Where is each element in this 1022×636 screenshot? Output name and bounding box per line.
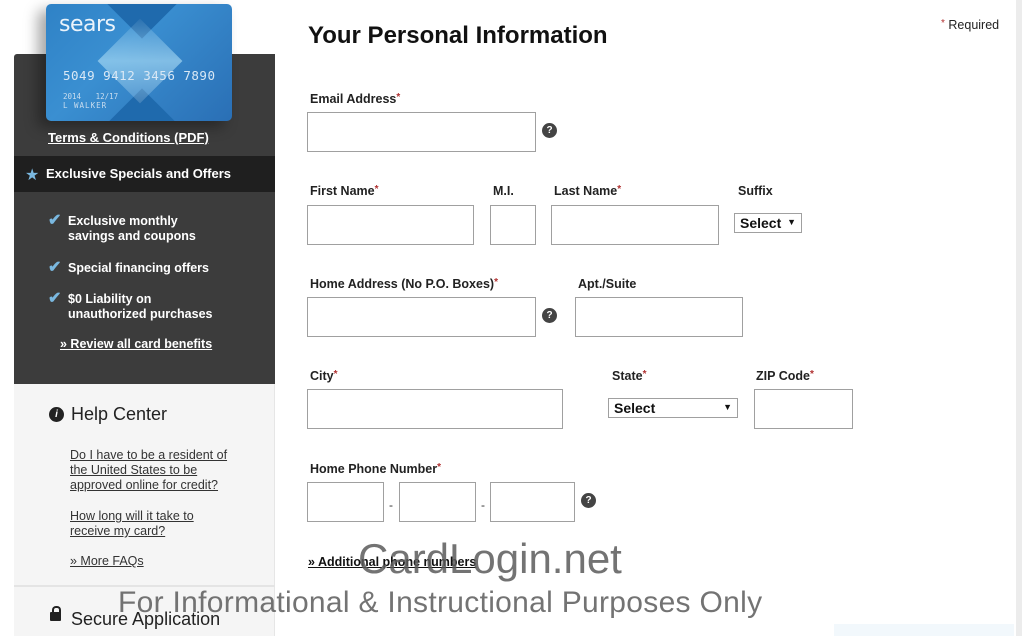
city-input[interactable] [307,389,563,429]
offers-title: Exclusive Specials and Offers [46,166,231,181]
mi-label: M.I. [493,184,514,198]
email-input[interactable] [307,112,536,152]
required-text: Required [948,18,1000,32]
home-phone-label-text: Home Phone Number [310,462,438,476]
card-valid-thru: 12/17 [95,92,119,101]
faq-link-receive-card[interactable]: How long will it take to receive my card… [70,509,210,539]
help-center-title: Help Center [71,404,168,424]
check-icon: ✔ [48,212,62,229]
card-member-since: 2014 [63,92,82,101]
email-label: Email Address* [310,92,400,106]
email-label-text: Email Address [310,92,397,106]
suffix-label: Suffix [738,184,773,198]
required-asterisk: * [617,184,622,195]
required-asterisk: * [642,369,647,380]
benefit-text: Special financing offers [68,261,210,275]
phone-separator: - [481,498,485,512]
last-name-label: Last Name* [554,184,621,198]
phone-line-input[interactable] [490,482,575,522]
home-phone-label: Home Phone Number* [310,462,441,476]
required-asterisk: * [437,462,442,473]
chevron-down-icon: ▼ [787,217,796,227]
home-address-label-text: Home Address (No P.O. Boxes) [310,277,495,291]
first-name-label: First Name* [310,184,379,198]
state-label: State* [612,369,646,383]
scrollbar[interactable] [1016,0,1022,636]
apt-suite-input[interactable] [575,297,743,337]
offers-header: ★ Exclusive Specials and Offers [14,156,275,192]
zip-label-text: ZIP Code [756,369,810,383]
info-icon: i [49,407,64,422]
check-icon: ✔ [48,290,62,307]
card-number: 5049 9412 3456 7890 [63,68,216,83]
suffix-selected-value: Select [740,215,782,231]
required-asterisk: * [494,277,498,288]
required-asterisk: * [809,369,814,380]
state-label-text: State [612,369,643,383]
email-help-icon[interactable]: ? [542,123,557,138]
first-name-label-text: First Name [310,184,375,198]
card-dates: 2014 12/17 [63,92,128,101]
phone-area-code-input[interactable] [307,482,384,522]
first-name-input[interactable] [307,205,474,245]
suffix-select[interactable]: Select ▼ [734,213,802,233]
faq-link-resident[interactable]: Do I have to be a resident of the United… [70,448,245,493]
credit-card-image: sears 5049 9412 3456 7890 2014 12/17 L W… [46,4,232,121]
city-label-text: City [310,369,334,383]
required-asterisk: * [333,369,338,380]
more-faqs-link[interactable]: » More FAQs [70,554,245,569]
required-asterisk: * [396,92,401,103]
required-note: * Required [941,18,999,32]
lock-icon [50,606,61,621]
required-asterisk: * [941,18,945,29]
benefit-text: Exclusive monthly savings and coupons [68,214,196,243]
phone-help-icon[interactable]: ? [581,493,596,508]
phone-prefix-input[interactable] [399,482,476,522]
required-asterisk: * [374,184,379,195]
snip-tooltip [834,624,1014,636]
check-icon: ✔ [48,259,62,276]
zip-label: ZIP Code* [756,369,814,383]
card-brand-logo: sears [59,12,116,37]
apt-suite-label: Apt./Suite [578,277,637,291]
state-selected-value: Select [614,400,656,416]
star-icon: ★ [25,167,40,184]
page-title: Your Personal Information [308,22,608,49]
home-address-label: Home Address (No P.O. Boxes)* [310,277,498,291]
benefit-text: $0 Liability on unauthorized purchases [68,292,213,321]
watermark-site: CardLogin.net [358,535,622,582]
state-select[interactable]: Select ▼ [608,398,738,418]
zip-input[interactable] [754,389,853,429]
last-name-label-text: Last Name [554,184,618,198]
phone-separator: - [389,498,393,512]
home-address-input[interactable] [307,297,536,337]
watermark-disclaimer: For Informational & Instructional Purpos… [118,586,763,619]
chevron-down-icon: ▼ [723,402,732,412]
review-benefits-link[interactable]: » Review all card benefits [60,337,212,351]
last-name-input[interactable] [551,205,719,245]
card-holder-name: L WALKER [63,101,108,110]
address-help-icon[interactable]: ? [542,308,557,323]
city-label: City* [310,369,338,383]
mi-input[interactable] [490,205,536,245]
terms-conditions-link[interactable]: Terms & Conditions (PDF) [48,130,209,145]
